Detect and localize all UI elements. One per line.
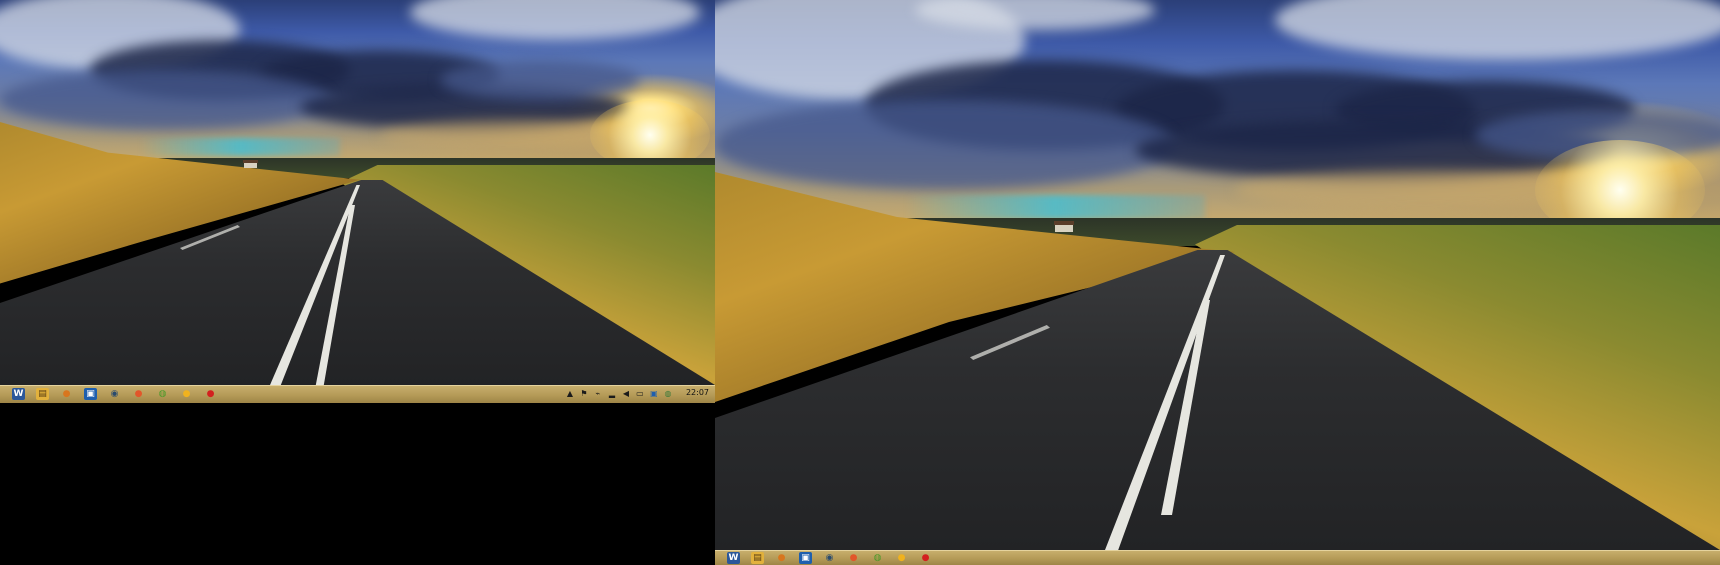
network-signal-icon[interactable]: ▂ [608, 389, 616, 398]
volume-icon[interactable]: ◀ [622, 389, 630, 398]
chrome-icon[interactable]: ◍ [156, 388, 169, 400]
media-player-icon[interactable]: ● [60, 388, 73, 400]
chrome-icon[interactable]: ◍ [871, 552, 884, 564]
right-monitor: W ▤ ● ▣ ◉ ● ◍ ● ● [715, 0, 1720, 565]
dual-monitor-desktop: W ▤ ● ▣ ◉ ● ◍ ● ● ▲ ⚑ ⌁ ▂ ◀ ▭ ▣ ◍ 22:07 [0, 0, 1720, 565]
file-explorer-icon[interactable]: ▤ [36, 388, 49, 400]
word-icon[interactable]: W [727, 552, 740, 564]
yellow-app-icon[interactable]: ● [180, 388, 193, 400]
opera-icon[interactable]: ● [204, 388, 217, 400]
usb-icon[interactable]: ⌁ [594, 389, 602, 398]
globe-icon[interactable]: ◍ [664, 389, 672, 398]
taskbar: W ▤ ● ▣ ◉ ● ◍ ● ● [715, 550, 1720, 565]
show-hidden-icons-icon[interactable]: ▲ [566, 389, 574, 398]
monitor-icon[interactable]: ▭ [636, 389, 644, 398]
taskbar: W ▤ ● ▣ ◉ ● ◍ ● ● ▲ ⚑ ⌁ ▂ ◀ ▭ ▣ ◍ 22:07 [0, 385, 715, 403]
pinned-apps: W ▤ ● ▣ ◉ ● ◍ ● ● [12, 388, 217, 400]
wallpaper [715, 0, 1720, 550]
settings-tray-icon[interactable]: ▣ [650, 389, 658, 398]
outlook-icon[interactable]: ▣ [799, 552, 812, 564]
steam-icon[interactable]: ◉ [823, 552, 836, 564]
firefox-icon[interactable]: ● [847, 552, 860, 564]
opera-icon[interactable]: ● [919, 552, 932, 564]
media-player-icon[interactable]: ● [775, 552, 788, 564]
system-tray: ▲ ⚑ ⌁ ▂ ◀ ▭ ▣ ◍ 22:07 [566, 388, 709, 398]
file-explorer-icon[interactable]: ▤ [751, 552, 764, 564]
steam-icon[interactable]: ◉ [108, 388, 121, 400]
pinned-apps: W ▤ ● ▣ ◉ ● ◍ ● ● [727, 552, 932, 564]
outlook-icon[interactable]: ▣ [84, 388, 97, 400]
word-icon[interactable]: W [12, 388, 25, 400]
yellow-app-icon[interactable]: ● [895, 552, 908, 564]
flag-icon[interactable]: ⚑ [580, 389, 588, 398]
left-monitor: W ▤ ● ▣ ◉ ● ◍ ● ● ▲ ⚑ ⌁ ▂ ◀ ▭ ▣ ◍ 22:07 [0, 0, 715, 403]
clock[interactable]: 22:07 [686, 388, 709, 398]
firefox-icon[interactable]: ● [132, 388, 145, 400]
wallpaper [0, 0, 715, 385]
